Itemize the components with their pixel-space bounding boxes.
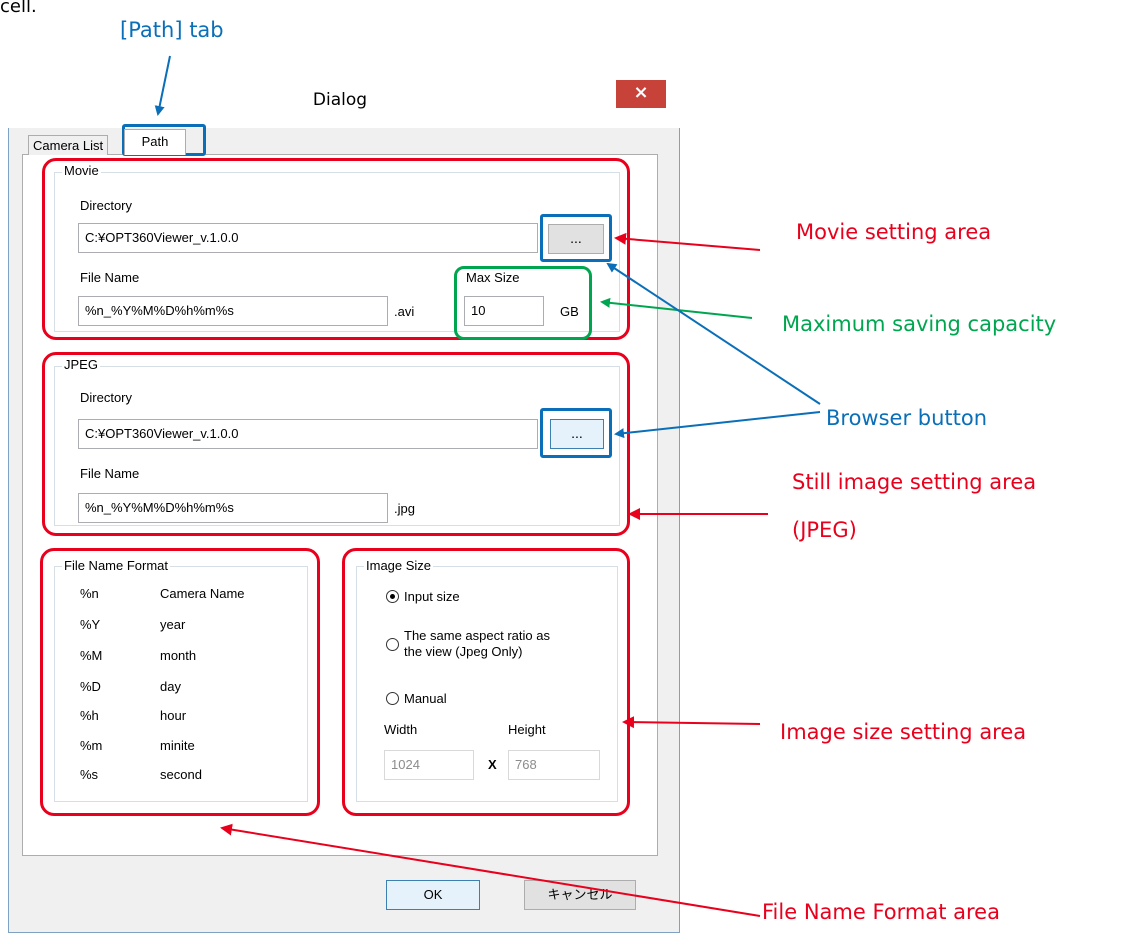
annotation-still-line2: (JPEG) — [792, 518, 857, 542]
highlight-jpeg-browse — [540, 408, 612, 458]
dialog-title: Dialog — [312, 90, 368, 110]
close-button[interactable]: × — [616, 80, 666, 108]
highlight-max-size — [454, 266, 592, 340]
highlight-image-size — [342, 548, 630, 816]
annotation-file-name-format-area: File Name Format area — [762, 900, 1000, 924]
caption-fragment: cell. — [0, 0, 37, 17]
cancel-button[interactable]: キャンセル — [524, 880, 636, 910]
annotation-image-size-area: Image size setting area — [780, 720, 1027, 744]
annotation-movie-area: Movie setting area — [796, 220, 992, 244]
highlight-movie-browse — [540, 214, 612, 262]
annotation-path-tab: [Path] tab — [120, 18, 224, 42]
ok-button[interactable]: OK — [386, 880, 480, 910]
highlight-filename-format — [40, 548, 320, 816]
annotation-still-line1: Still image setting area — [792, 470, 1037, 494]
annotation-max-capacity: Maximum saving capacity — [782, 312, 1057, 336]
annotation-browser-button: Browser button — [826, 406, 988, 430]
tab-path[interactable]: Path — [124, 129, 186, 155]
tab-camera-list[interactable]: Camera List — [28, 135, 109, 155]
